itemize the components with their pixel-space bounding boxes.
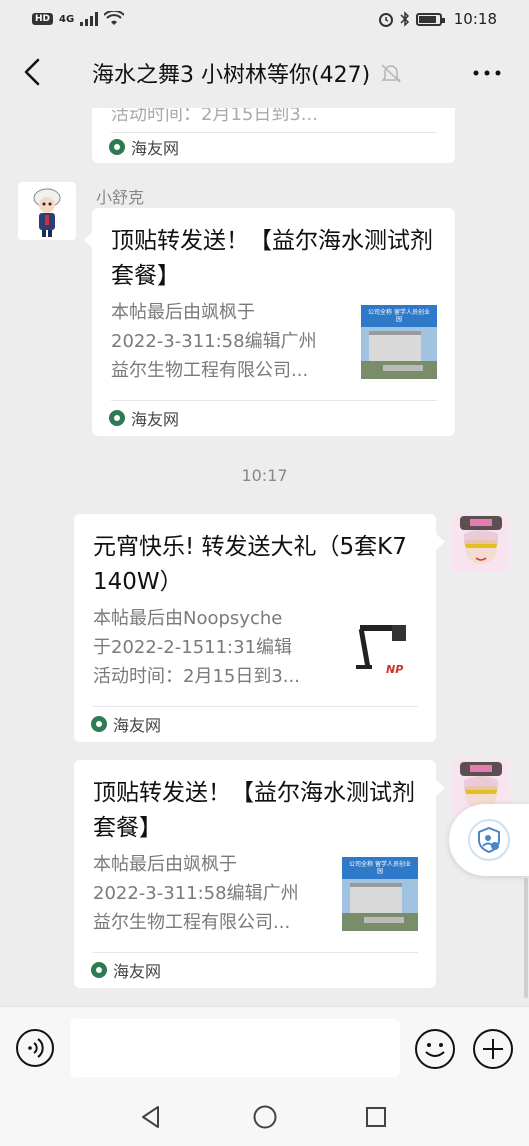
nav-recents-button[interactable] <box>364 1105 388 1129</box>
network-type: 4G <box>59 13 75 25</box>
more-dots-icon <box>473 70 501 76</box>
hd-badge: HD <box>32 13 54 25</box>
card-thumbnail: NP <box>342 611 418 685</box>
source-logo-icon <box>91 962 107 978</box>
square-recents-icon <box>366 1107 386 1127</box>
smiley-icon <box>415 1029 455 1069</box>
bubble-tail <box>436 534 445 550</box>
voice-input-button[interactable] <box>15 1028 55 1068</box>
source-logo-icon <box>91 716 107 732</box>
scrollbar[interactable] <box>524 878 528 998</box>
alarm-icon <box>378 13 393 27</box>
card-title: 元宵快乐! 转发送大礼（5套K7 140W） <box>93 534 407 595</box>
card-description: 本帖最后由飒枫于 2022-3-311:58编辑广州 益尔生物工程有限公司... <box>93 854 299 933</box>
message-card-partial[interactable]: 活动时间：2月15日到3... 海友网 <box>92 108 455 163</box>
card-title: 顶贴转发送！【益尔海水测试剂套餐】 <box>93 780 415 841</box>
triangle-back-icon <box>142 1106 159 1128</box>
card-source: 海友网 <box>109 407 179 429</box>
source-name: 海友网 <box>113 962 162 981</box>
message-input[interactable] <box>70 1019 400 1077</box>
card-description: 本帖最后由飒枫于 2022-3-311:58编辑广州 益尔生物工程有限公司... <box>111 302 317 381</box>
card-divider <box>111 132 437 133</box>
card-divider <box>93 952 418 953</box>
bluetooth-icon <box>400 11 409 27</box>
title-area[interactable]: 海水之舞3 小树林等你(427) <box>92 38 449 108</box>
floating-security-button[interactable] <box>449 804 529 876</box>
emoji-button[interactable] <box>414 1028 456 1070</box>
card-source: 海友网 <box>91 959 161 981</box>
status-time: 10:18 <box>453 10 497 28</box>
lamp-thumbnail-icon <box>342 611 418 685</box>
message-card[interactable]: 顶贴转发送！【益尔海水测试剂套餐】 本帖最后由飒枫于 2022-3-311:58… <box>74 760 436 988</box>
card-thumbnail: 公司全称 留学人员创业园 <box>342 857 418 931</box>
thumbnail-caption: 公司全称 留学人员创业园 <box>368 309 430 323</box>
chat-area[interactable]: 活动时间：2月15日到3... 海友网 小舒克 顶贴转发送！【益尔海水测试剂套餐… <box>0 108 529 1006</box>
bubble-tail <box>436 780 445 796</box>
source-logo-icon <box>109 139 125 155</box>
nav-home-button[interactable] <box>252 1104 278 1130</box>
thumbnail-logo: NP <box>386 663 404 676</box>
source-name: 海友网 <box>131 410 180 429</box>
card-divider <box>93 706 418 707</box>
plus-icon <box>473 1029 513 1069</box>
source-logo-icon <box>109 410 125 426</box>
circle-home-icon <box>253 1105 277 1129</box>
own-avatar[interactable] <box>452 514 510 572</box>
wifi-icon <box>104 11 125 25</box>
battery-icon <box>415 12 445 26</box>
status-bar: HD 4G 10:18 <box>0 0 529 38</box>
thumbnail-caption: 公司全称 留学人员创业园 <box>349 861 411 875</box>
back-button[interactable] <box>14 54 50 90</box>
shield-icon <box>468 819 510 861</box>
message-card[interactable]: 元宵快乐! 转发送大礼（5套K7 140W） 本帖最后由Noopsyche 于2… <box>74 514 436 742</box>
chat-header: 海水之舞3 小树林等你(427) <box>0 38 529 108</box>
card-partial-text: 活动时间：2月15日到3... <box>111 108 318 125</box>
message-timestamp: 10:17 <box>241 466 288 485</box>
avatar[interactable] <box>18 182 76 240</box>
system-nav-bar <box>0 1088 529 1146</box>
card-divider <box>111 400 437 401</box>
message-card[interactable]: 顶贴转发送！【益尔海水测试剂套餐】 本帖最后由飒枫于 2022-3-311:58… <box>92 208 455 436</box>
card-source: 海友网 <box>109 136 179 158</box>
card-thumbnail: 公司全称 留学人员创业园 <box>361 305 437 379</box>
chevron-left-icon <box>24 58 40 86</box>
voice-icon <box>16 1029 54 1067</box>
nav-back-button[interactable] <box>138 1104 164 1130</box>
more-functions-button[interactable] <box>472 1028 514 1070</box>
card-description: 本帖最后由Noopsyche 于2022-2-1511:31编辑 活动时间：2月… <box>93 608 300 687</box>
cartoon-avatar-icon <box>18 182 76 240</box>
anime-avatar-icon <box>452 514 510 572</box>
more-options-button[interactable] <box>471 58 503 88</box>
signal-icon <box>80 12 99 26</box>
source-name: 海友网 <box>113 716 162 735</box>
input-bar <box>0 1006 529 1088</box>
source-name: 海友网 <box>131 139 180 158</box>
card-source: 海友网 <box>91 713 161 735</box>
mute-bell-icon <box>381 64 401 83</box>
card-title: 顶贴转发送！【益尔海水测试剂套餐】 <box>111 228 433 289</box>
sender-name: 小舒克 <box>96 188 145 207</box>
chat-title: 海水之舞3 小树林等你(427) <box>92 63 371 88</box>
